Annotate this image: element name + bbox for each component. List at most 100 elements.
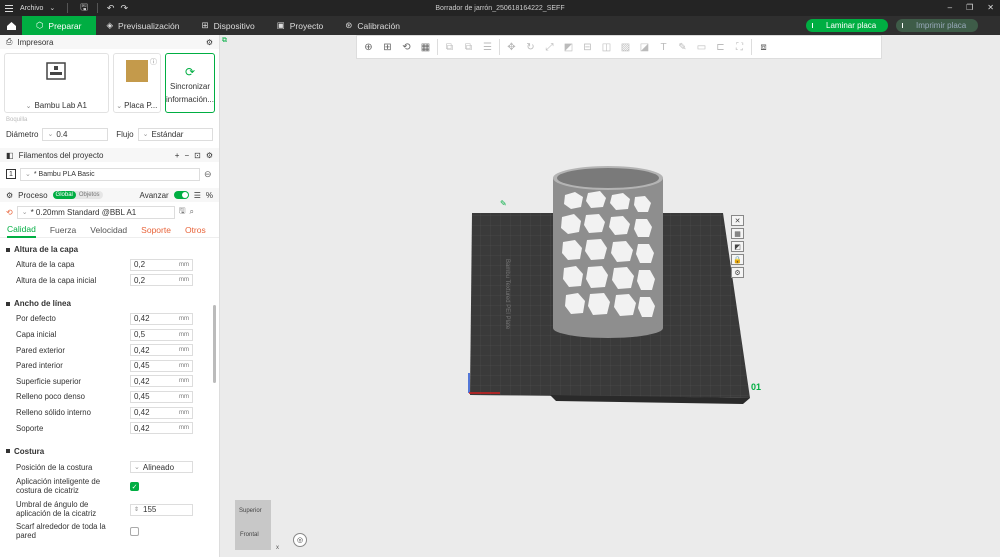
sync-info-button[interactable]: ⟳ Sincronizar información... xyxy=(165,53,215,113)
chevron-down-icon: ⌄ xyxy=(25,171,31,178)
tab-support[interactable]: Soporte xyxy=(141,225,171,235)
settings-plate-icon[interactable]: ⚙ xyxy=(731,267,744,278)
add-icon[interactable]: + xyxy=(175,151,180,160)
device-icon: ⊞ xyxy=(201,20,209,30)
angle-stepper[interactable]: ⇕ 155 xyxy=(130,503,193,516)
plate-edit-icon[interactable]: ✎ xyxy=(500,199,507,208)
arrange-plate-icon[interactable]: ▦ xyxy=(731,228,744,239)
advanced-switch[interactable] xyxy=(173,191,189,199)
dropdown-icon[interactable] xyxy=(812,23,818,28)
gear-icon[interactable]: ⚙ xyxy=(206,151,213,160)
info-icon[interactable]: ⓘ xyxy=(150,57,157,67)
gear-icon[interactable]: ⚙ xyxy=(206,38,213,47)
param-input[interactable]: 0,42 mm xyxy=(130,375,193,388)
diameter-select[interactable]: ⌄ 0.4 xyxy=(42,127,109,141)
vase-model[interactable] xyxy=(553,166,663,338)
param-unit: mm xyxy=(179,277,189,284)
reset-icon[interactable]: ⟲ xyxy=(6,208,13,217)
tab-project[interactable]: ▣ Proyecto xyxy=(266,16,335,35)
param-unit: mm xyxy=(179,393,189,400)
tab-prepare[interactable]: ⬡ Preparar xyxy=(22,16,96,35)
group-line-width: Ancho de línea xyxy=(0,296,219,311)
restore-icon[interactable]: ❐ xyxy=(966,3,973,12)
view-cube[interactable]: Superior Frontal xyxy=(235,500,271,550)
tab-others[interactable]: Otros xyxy=(185,225,206,235)
param-row: Posición de la costura ⌄ Alineado xyxy=(0,459,219,476)
param-input[interactable]: 0,45 mm xyxy=(130,390,193,403)
window-title: Borrador de jarrón_250618164222_SEFF xyxy=(435,4,565,12)
param-value: 0,2 xyxy=(134,260,146,270)
param-label: Por defecto xyxy=(16,314,56,324)
list-icon[interactable]: ☰ xyxy=(194,191,201,200)
delete-plate-icon[interactable]: ✕ xyxy=(731,215,744,226)
sync-filament-icon[interactable]: ⊡ xyxy=(194,151,201,160)
remove-icon[interactable]: − xyxy=(184,151,189,160)
tab-speed[interactable]: Velocidad xyxy=(90,225,127,235)
scarf-checkbox[interactable] xyxy=(130,527,139,537)
percent-icon[interactable]: % xyxy=(206,191,213,200)
remove-filament-icon[interactable]: ⊖ xyxy=(204,169,212,180)
minimize-icon[interactable]: – xyxy=(948,3,952,12)
toggle-objects[interactable]: Objetos xyxy=(76,191,103,199)
orient-plate-icon[interactable]: ◩ xyxy=(731,241,744,252)
sidebar-scrollbar[interactable] xyxy=(213,305,216,383)
slice-plate-button[interactable]: Laminar placa xyxy=(806,19,888,32)
seam-position-select[interactable]: ⌄ Alineado xyxy=(130,461,193,474)
filament-select[interactable]: ⌄ * Bambu PLA Basic xyxy=(20,167,200,181)
param-input[interactable]: 0,5 mm xyxy=(130,328,193,341)
chevron-down-icon[interactable]: ⌄ xyxy=(116,102,122,110)
3d-viewport[interactable]: ⧉ ⊕ ⊞ ⟲ ▦ ⧉ ⧉ ☰ ✥ ↻ ⤢ ◩ ⊟ ◫ ▨ ◪ T ✎ ▭ ⊏ … xyxy=(220,35,1000,557)
filament-index[interactable]: 1 xyxy=(6,169,16,179)
slice-label: Laminar placa xyxy=(826,21,877,30)
param-input[interactable]: 0,42 mm xyxy=(130,406,193,419)
param-input[interactable]: 0,2 mm xyxy=(130,274,193,287)
param-input[interactable]: 0,42 mm xyxy=(130,312,193,325)
param-row: Pared interior 0,45 mm xyxy=(0,358,219,374)
param-row: Pared exterior 0,42 mm xyxy=(0,342,219,358)
focus-icon[interactable]: ◎ xyxy=(293,533,307,547)
plate-text: Bambu Textured PEI Plate xyxy=(504,259,510,330)
stepper-icon[interactable]: ⇕ xyxy=(134,506,139,513)
param-input[interactable]: 0,42 mm xyxy=(130,344,193,357)
tab-calibration[interactable]: ⊛ Calibración xyxy=(334,16,411,35)
close-icon[interactable]: ✕ xyxy=(987,3,994,12)
group-title: Ancho de línea xyxy=(14,299,71,309)
param-input[interactable]: 0,42 mm xyxy=(130,422,193,435)
tab-strength[interactable]: Fuerza xyxy=(50,225,76,235)
lock-icon[interactable]: 🔒 xyxy=(731,254,744,265)
calibration-icon: ⊛ xyxy=(345,20,353,30)
chevron-down-icon[interactable]: ⌄ xyxy=(26,102,32,110)
param-label: Aplicación inteligente de costura de cica… xyxy=(16,477,130,496)
label-line: aplicación de la cicatriz xyxy=(16,508,97,518)
save-preset-icon[interactable]: 🖫 xyxy=(179,205,186,219)
home-button[interactable] xyxy=(0,16,22,35)
flow-select[interactable]: ⌄ Estándar xyxy=(137,127,213,141)
sync-icon: ⟳ xyxy=(184,64,196,79)
param-value: 0,42 xyxy=(134,408,150,418)
filament-name: * Bambu PLA Basic xyxy=(33,170,95,178)
dropdown-icon[interactable] xyxy=(902,23,908,28)
printer-header-label: Impresora xyxy=(17,37,54,47)
tab-device[interactable]: ⊞ Dispositivo xyxy=(190,16,265,35)
param-input[interactable]: 0,45 mm xyxy=(130,359,193,372)
print-plate-button[interactable]: Imprimir placa xyxy=(896,19,978,32)
tab-quality[interactable]: Calidad xyxy=(7,222,36,238)
toggle-global[interactable]: Global xyxy=(52,191,76,199)
global-objects-toggle[interactable]: Global Objetos xyxy=(52,191,103,199)
param-label: Pared exterior xyxy=(16,345,65,355)
process-preset-select[interactable]: ⌄ * 0.20mm Standard @BBL A1 xyxy=(16,205,175,219)
tab-preview[interactable]: ◈ Previsualización xyxy=(96,16,191,35)
process-preset-row: ⟲ ⌄ * 0.20mm Standard @BBL A1 🖫 ⌕ xyxy=(0,202,219,222)
param-label: Umbral de ángulo de aplicación de la cica… xyxy=(16,500,130,519)
param-input[interactable]: 0,2 mm xyxy=(130,258,193,271)
param-label: Capa inicial xyxy=(16,330,57,340)
smart-seam-checkbox[interactable]: ✓ xyxy=(130,482,139,492)
param-unit: mm xyxy=(179,315,189,322)
param-value: 155 xyxy=(143,505,157,515)
search-icon[interactable]: ⌕ xyxy=(190,207,194,217)
plate-number[interactable]: 01 xyxy=(751,382,761,392)
printer-card[interactable]: ⌄ Bambu Lab A1 xyxy=(4,53,109,113)
plate-card[interactable]: ⓘ ⌄ Placa P... xyxy=(112,53,161,113)
label-line: costura de cicatriz xyxy=(16,485,79,495)
tab-label: Previsualización xyxy=(118,20,180,31)
